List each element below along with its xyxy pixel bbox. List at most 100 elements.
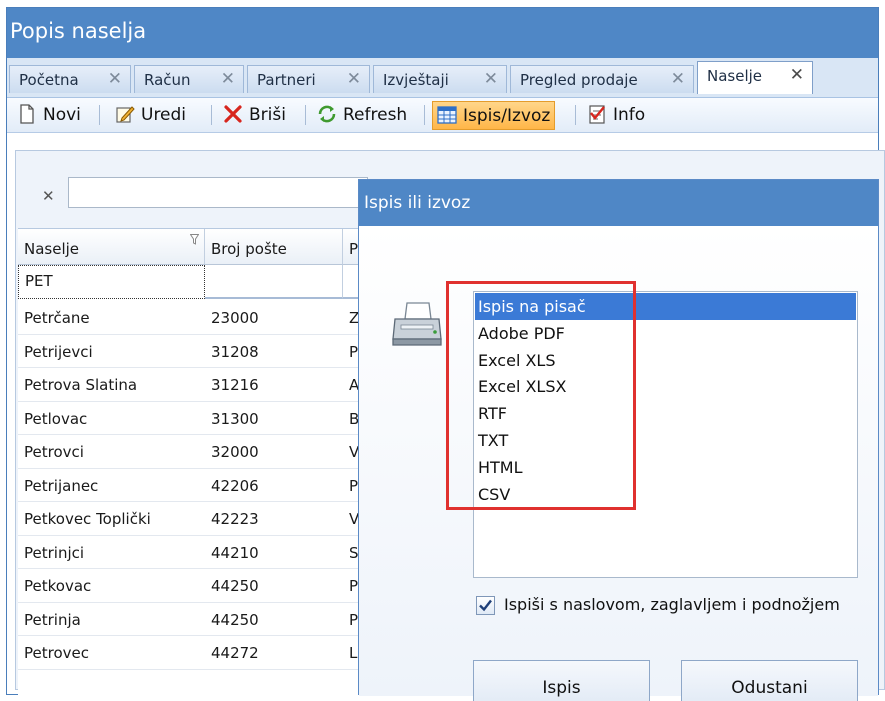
close-icon[interactable]: ✕ <box>484 69 498 89</box>
close-icon[interactable]: ✕ <box>671 69 685 89</box>
dialog-body: Ispis na pisač Adobe PDF Excel XLS Excel XL… <box>359 226 878 701</box>
table-cell: 32000 <box>211 443 259 461</box>
brisi-button[interactable]: Briši <box>219 101 290 130</box>
format-option[interactable]: RTF <box>475 400 856 427</box>
tab-label: Početna <box>19 71 79 89</box>
new-document-icon <box>20 104 34 124</box>
table-cell: 23000 <box>211 309 259 327</box>
naslov-checkbox[interactable] <box>476 596 495 615</box>
delete-x-icon <box>224 105 242 123</box>
format-option[interactable]: HTML <box>475 454 856 481</box>
filter-cell-broj-poste[interactable] <box>205 265 343 299</box>
info-button[interactable]: Info <box>583 101 649 130</box>
edit-icon <box>116 106 135 123</box>
tab-pregled-prodaje[interactable]: Pregled prodaje ✕ <box>510 65 694 93</box>
table-cell: 42206 <box>211 476 259 495</box>
table-cell: Petrinjci <box>24 543 85 562</box>
tab-racun[interactable]: Račun ✕ <box>134 65 244 93</box>
table-row[interactable]: Petlovac 31300 B <box>18 402 373 435</box>
checkmark-icon <box>479 599 492 612</box>
column-header-label: P <box>349 240 359 258</box>
naslov-checkbox-label[interactable]: Ispiši s naslovom, zaglavljem i podnožje… <box>504 595 840 614</box>
column-header-naselje[interactable]: Naselje <box>18 229 205 265</box>
tab-label: Pregled prodaje <box>520 71 638 89</box>
naselja-grid: Naselje Broj pošte P PET Petrčane 23000 Z P… <box>18 228 383 698</box>
filter-funnel-icon[interactable] <box>190 234 199 245</box>
close-icon[interactable]: ✕ <box>347 69 361 89</box>
table-row[interactable]: Petrinjci 44210 S <box>18 536 373 569</box>
format-option[interactable]: Excel XLS <box>475 347 856 374</box>
ispis-button[interactable]: Ispis <box>473 660 650 701</box>
tab-izvjestaji[interactable]: Izvještaji ✕ <box>373 65 507 93</box>
table-cell: 44272 <box>211 644 259 662</box>
toolbar-separator <box>211 105 212 125</box>
ispis-izvoz-button[interactable]: Ispis/Izvoz <box>432 101 556 130</box>
table-cell: Petrova Slatina <box>24 376 138 394</box>
table-export-icon <box>437 106 457 124</box>
close-icon[interactable]: ✕ <box>108 69 122 89</box>
table-cell: Petrčane <box>24 309 90 327</box>
toolbar-separator <box>99 105 100 125</box>
table-cell: 31300 <box>211 409 259 428</box>
table-row[interactable]: Petkovac 44250 P <box>18 569 373 603</box>
table-cell: Petrijanec <box>24 476 99 495</box>
uredi-label: Uredi <box>141 105 187 125</box>
table-row[interactable]: Petkovec Toplički 42223 V <box>18 502 373 536</box>
ispis-izvoz-label: Ispis/Izvoz <box>463 106 551 126</box>
table-row[interactable]: Petrovci 32000 V <box>18 435 373 469</box>
table-row[interactable]: Petrova Slatina 31216 A <box>18 368 373 402</box>
table-row[interactable]: Petrovec 44272 L <box>18 636 373 670</box>
table-cell: 31208 <box>211 342 259 361</box>
table-cell: 44250 <box>211 577 259 595</box>
odustani-button[interactable]: Odustani <box>681 660 858 701</box>
ispis-izvoz-dialog: Ispis ili izvoz Ispis na pisač Adobe PDF E… <box>358 179 879 701</box>
table-cell: Petrovci <box>24 443 84 461</box>
table-cell: Petkovac <box>24 577 92 595</box>
toolbar-separator <box>424 105 425 125</box>
tab-naselje[interactable]: Naselje ✕ <box>697 61 813 94</box>
format-option[interactable]: TXT <box>475 427 856 454</box>
table-row[interactable]: Petrijanec 42206 P <box>18 469 373 502</box>
table-cell: 44210 <box>211 543 259 562</box>
column-header-label: Naselje <box>24 240 80 258</box>
tab-label: Račun <box>144 71 191 89</box>
table-cell: 31216 <box>211 376 259 394</box>
close-icon[interactable]: ✕ <box>221 69 235 89</box>
dialog-title: Ispis ili izvoz <box>359 180 878 226</box>
format-option[interactable]: Ispis na pisač <box>475 293 856 320</box>
brisi-label: Briši <box>249 105 286 125</box>
format-option[interactable]: Excel XLSX <box>475 373 856 400</box>
table-row[interactable]: Petrinja 44250 P <box>18 603 373 636</box>
tab-label: Naselje <box>707 67 763 85</box>
format-listbox[interactable]: Ispis na pisač Adobe PDF Excel XLS Excel XL… <box>473 291 858 578</box>
info-checklist-icon <box>589 105 605 124</box>
window-title: Popis naselja <box>7 8 878 58</box>
refresh-label: Refresh <box>343 105 408 125</box>
table-row[interactable]: Petrčane 23000 Z <box>18 301 373 335</box>
search-input[interactable] <box>68 177 368 208</box>
tab-label: Izvještaji <box>383 71 449 89</box>
table-cell: Petkovec Toplički <box>24 510 151 528</box>
clear-filter-icon[interactable]: ✕ <box>42 187 55 205</box>
tab-partneri[interactable]: Partneri ✕ <box>247 65 370 93</box>
table-cell: Petrovec <box>24 644 89 662</box>
close-icon[interactable]: ✕ <box>790 65 804 85</box>
toolbar-separator <box>575 105 576 125</box>
table-cell: Petrijevci <box>24 342 93 361</box>
filter-cell-naselje[interactable]: PET <box>18 265 205 299</box>
table-row[interactable]: Petrijevci 31208 P <box>18 335 373 368</box>
format-option[interactable]: CSV <box>475 481 856 508</box>
novi-label: Novi <box>43 105 81 125</box>
table-cell: 42223 <box>211 510 259 528</box>
novi-button[interactable]: Novi <box>13 101 85 130</box>
tab-pocetna[interactable]: Početna ✕ <box>9 65 131 93</box>
column-header-broj-poste[interactable]: Broj pošte <box>205 229 343 265</box>
toolbar: Novi Uredi Briši Refresh Ispis/Izvoz Inf… <box>7 98 878 133</box>
uredi-button[interactable]: Uredi <box>111 101 190 130</box>
printer-icon <box>392 302 442 346</box>
refresh-button[interactable]: Refresh <box>313 101 411 130</box>
tab-strip: Početna ✕ Račun ✕ Partneri ✕ Izvještaji … <box>7 58 878 98</box>
format-option[interactable]: Adobe PDF <box>475 320 856 347</box>
toolbar-separator <box>305 105 306 125</box>
table-cell: Petrinja <box>24 610 81 629</box>
